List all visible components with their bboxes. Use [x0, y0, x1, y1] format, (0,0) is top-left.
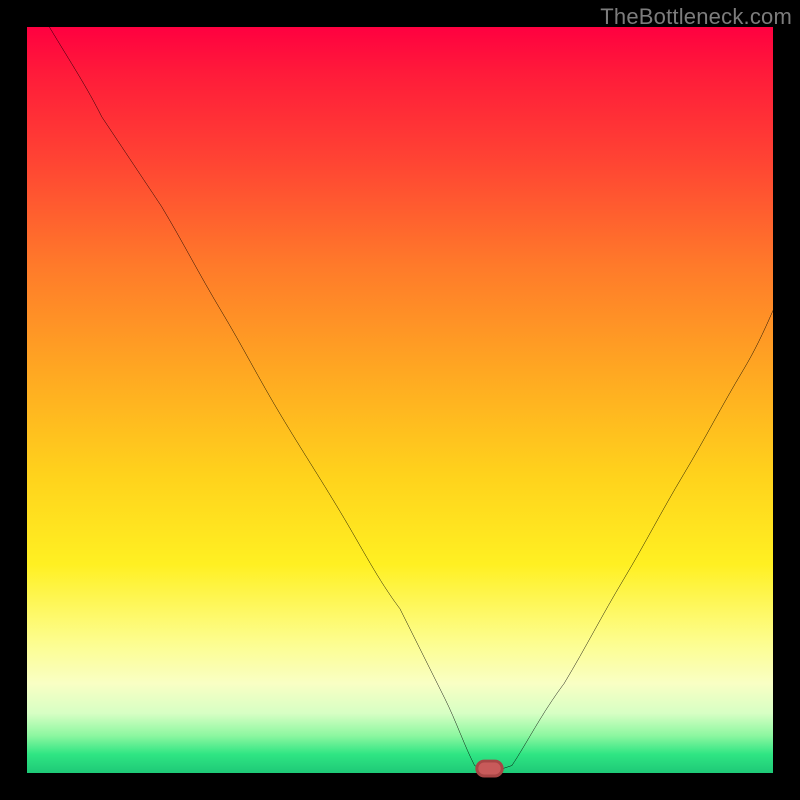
bottleneck-curve	[27, 27, 773, 773]
optimal-marker	[477, 761, 502, 776]
curve-path	[49, 27, 773, 773]
plot-area	[27, 27, 773, 773]
chart-frame: TheBottleneck.com	[0, 0, 800, 800]
